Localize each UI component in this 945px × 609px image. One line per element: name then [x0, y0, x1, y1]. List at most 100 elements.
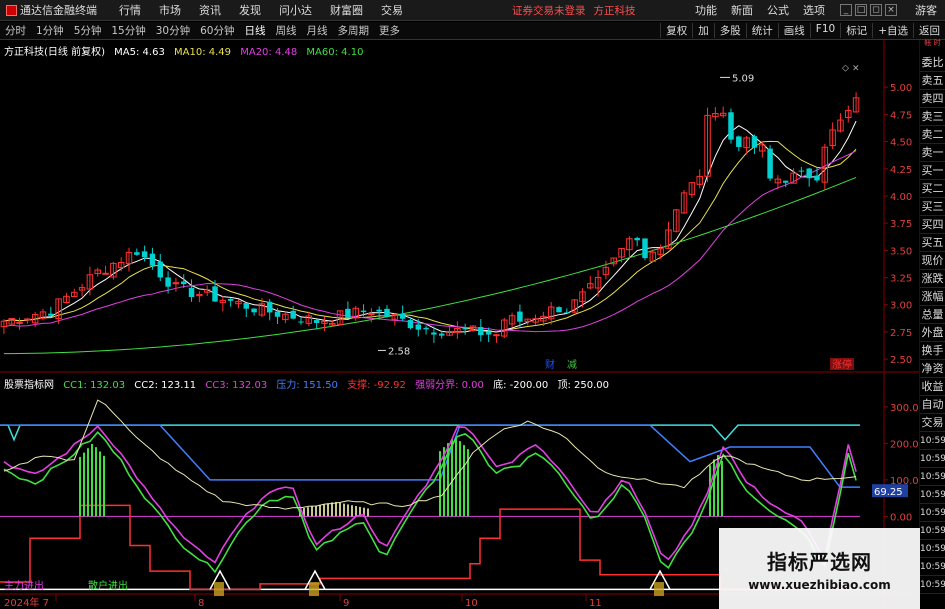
login-status[interactable]: 证券交易未登录 方正科技	[512, 3, 636, 18]
date-label-2: 9	[343, 598, 349, 609]
event-marker-2: 涨停	[832, 358, 852, 371]
sidebar-item-17[interactable]: 净资	[920, 360, 945, 378]
guest-user[interactable]: 游客	[915, 2, 937, 18]
candle-body-17	[134, 252, 140, 255]
signal-bar-1	[309, 582, 319, 597]
period-60min[interactable]: 60分钟	[195, 23, 239, 38]
event-marker-0: 财	[545, 358, 555, 371]
tool-stats[interactable]: 统计	[745, 23, 778, 38]
menu-item-trade[interactable]: 交易	[372, 2, 412, 18]
period-monthly[interactable]: 月线	[302, 23, 333, 38]
ma-line-10	[3, 140, 857, 333]
tool-multi-stock[interactable]: 多股	[713, 23, 746, 38]
sidebar-item-6[interactable]: 买一	[920, 162, 945, 180]
sidebar-item-0[interactable]: 委比	[920, 54, 945, 72]
sidebar-item-28[interactable]: 10:59	[920, 558, 945, 576]
menu-item-new-layout[interactable]: 新面	[724, 2, 760, 18]
maximize-icon[interactable]: □	[855, 4, 867, 16]
restore-icon[interactable]: ◻	[870, 4, 882, 16]
tool-mark[interactable]: 标记	[840, 23, 872, 38]
price-tick-label-8: 3.00	[890, 301, 912, 312]
candle-body-40	[313, 320, 320, 323]
candle-body-96	[751, 136, 758, 148]
signal-bar-2	[654, 582, 664, 597]
sidebar-item-26[interactable]: 10:59	[920, 522, 945, 540]
period-daily[interactable]: 日线	[240, 23, 271, 38]
sidebar-item-25[interactable]: 10:59	[920, 504, 945, 522]
tool-f10[interactable]: F10	[809, 23, 840, 38]
sidebar-item-9[interactable]: 买四	[920, 216, 945, 234]
sidebar-item-3[interactable]: 卖三	[920, 108, 945, 126]
sidebar-item-21[interactable]: 10:59	[920, 432, 945, 450]
tool-back[interactable]: 返回	[913, 23, 945, 38]
candle-body-23	[180, 281, 187, 285]
menu-item-market[interactable]: 市场	[150, 2, 190, 18]
price-grid	[0, 40, 919, 609]
chart-area[interactable]: 5.09 2.58 财减 涨停 ◇ × 5.00 4.75 4.50 4.25 4.00 3.75 3…	[0, 40, 919, 609]
sidebar-item-5[interactable]: 卖一	[920, 144, 945, 162]
moving-average-lines	[3, 120, 857, 355]
sidebar-item-20[interactable]: 交易	[920, 414, 945, 432]
candle-body-61	[478, 327, 484, 336]
ma-line-60	[3, 176, 857, 355]
sidebar-item-29[interactable]: 10:59	[920, 576, 945, 594]
ind-tick-label-0: 300.0	[890, 403, 919, 414]
period-15min[interactable]: 15分钟	[106, 23, 150, 38]
sidebar-item-23[interactable]: 10:59	[920, 468, 945, 486]
candle-body-82	[642, 238, 648, 259]
sidebar-item-18[interactable]: 收益	[920, 378, 945, 396]
indicator-axis: 300.0200.0100.00.0069.25	[872, 403, 919, 523]
candle-body-20	[157, 261, 164, 278]
sidebar-item-11[interactable]: 现价	[920, 252, 945, 270]
period-5min[interactable]: 5分钟	[69, 23, 107, 38]
menu-item-formula[interactable]: 公式	[760, 2, 796, 18]
price-tick-label-1: 4.75	[890, 110, 912, 121]
current-value: 69.25	[874, 487, 903, 498]
period-weekly[interactable]: 周线	[271, 23, 302, 38]
sidebar-item-24[interactable]: 10:59	[920, 486, 945, 504]
tool-adjust[interactable]: 复权	[660, 23, 692, 38]
bottom-label: 底: -200.00	[493, 380, 549, 391]
price-tick-label-10: 2.50	[890, 355, 912, 366]
period-tick[interactable]: 分时	[0, 23, 31, 38]
close-icon[interactable]: ×	[885, 4, 897, 16]
menu-item-function[interactable]: 功能	[688, 2, 724, 18]
candle-body-24	[188, 287, 195, 297]
candle-body-102	[798, 170, 805, 172]
sidebar-item-8[interactable]: 买三	[920, 198, 945, 216]
sidebar-item-22[interactable]: 10:59	[920, 450, 945, 468]
period-1min[interactable]: 1分钟	[31, 23, 69, 38]
menu-item-discover[interactable]: 发现	[230, 2, 270, 18]
tool-draw[interactable]: 画线	[777, 23, 810, 38]
menu-item-wealth[interactable]: 财富圈	[321, 2, 372, 18]
chart-canvas[interactable]: 5.09 2.58 财减 涨停 ◇ × 5.00 4.75 4.50 4.25 4.00 3.75 3…	[0, 40, 919, 609]
minimize-icon[interactable]: _	[840, 4, 852, 16]
sidebar-item-14[interactable]: 总量	[920, 306, 945, 324]
tool-add-watchlist[interactable]: +自选	[872, 23, 913, 38]
period-multi[interactable]: 多周期	[333, 23, 375, 38]
sidebar-item-4[interactable]: 卖二	[920, 126, 945, 144]
menu-item-news[interactable]: 资讯	[190, 2, 230, 18]
tool-add[interactable]: 加	[692, 23, 714, 38]
menu-right: 功能 新面 公式 选项 _ □ ◻ × 游客	[688, 2, 945, 18]
candle-body-54	[423, 327, 429, 330]
period-30min[interactable]: 30分钟	[151, 23, 195, 38]
sidebar-item-12[interactable]: 涨跌	[920, 270, 945, 288]
sidebar-item-10[interactable]: 买五	[920, 234, 945, 252]
menu-item-ask[interactable]: 问小达	[270, 2, 321, 18]
sidebar-item-19[interactable]: 自动	[920, 396, 945, 414]
sidebar-item-1[interactable]: 卖五	[920, 72, 945, 90]
candle-body-104	[814, 175, 820, 181]
sidebar-item-15[interactable]: 外盘	[920, 324, 945, 342]
sidebar-item-16[interactable]: 换手	[920, 342, 945, 360]
sidebar-item-27[interactable]: 10:59	[920, 540, 945, 558]
menu-item-quotes[interactable]: 行情	[110, 2, 150, 18]
candlesticks	[0, 92, 860, 343]
sidebar-item-7[interactable]: 买二	[920, 180, 945, 198]
price-tick-label-4: 4.00	[890, 192, 912, 203]
sidebar-item-2[interactable]: 卖四	[920, 90, 945, 108]
menu-item-options[interactable]: 选项	[796, 2, 832, 18]
period-more[interactable]: 更多	[374, 23, 405, 38]
sidebar-item-13[interactable]: 涨幅	[920, 288, 945, 306]
ind-tick-label-1: 200.0	[890, 439, 919, 450]
